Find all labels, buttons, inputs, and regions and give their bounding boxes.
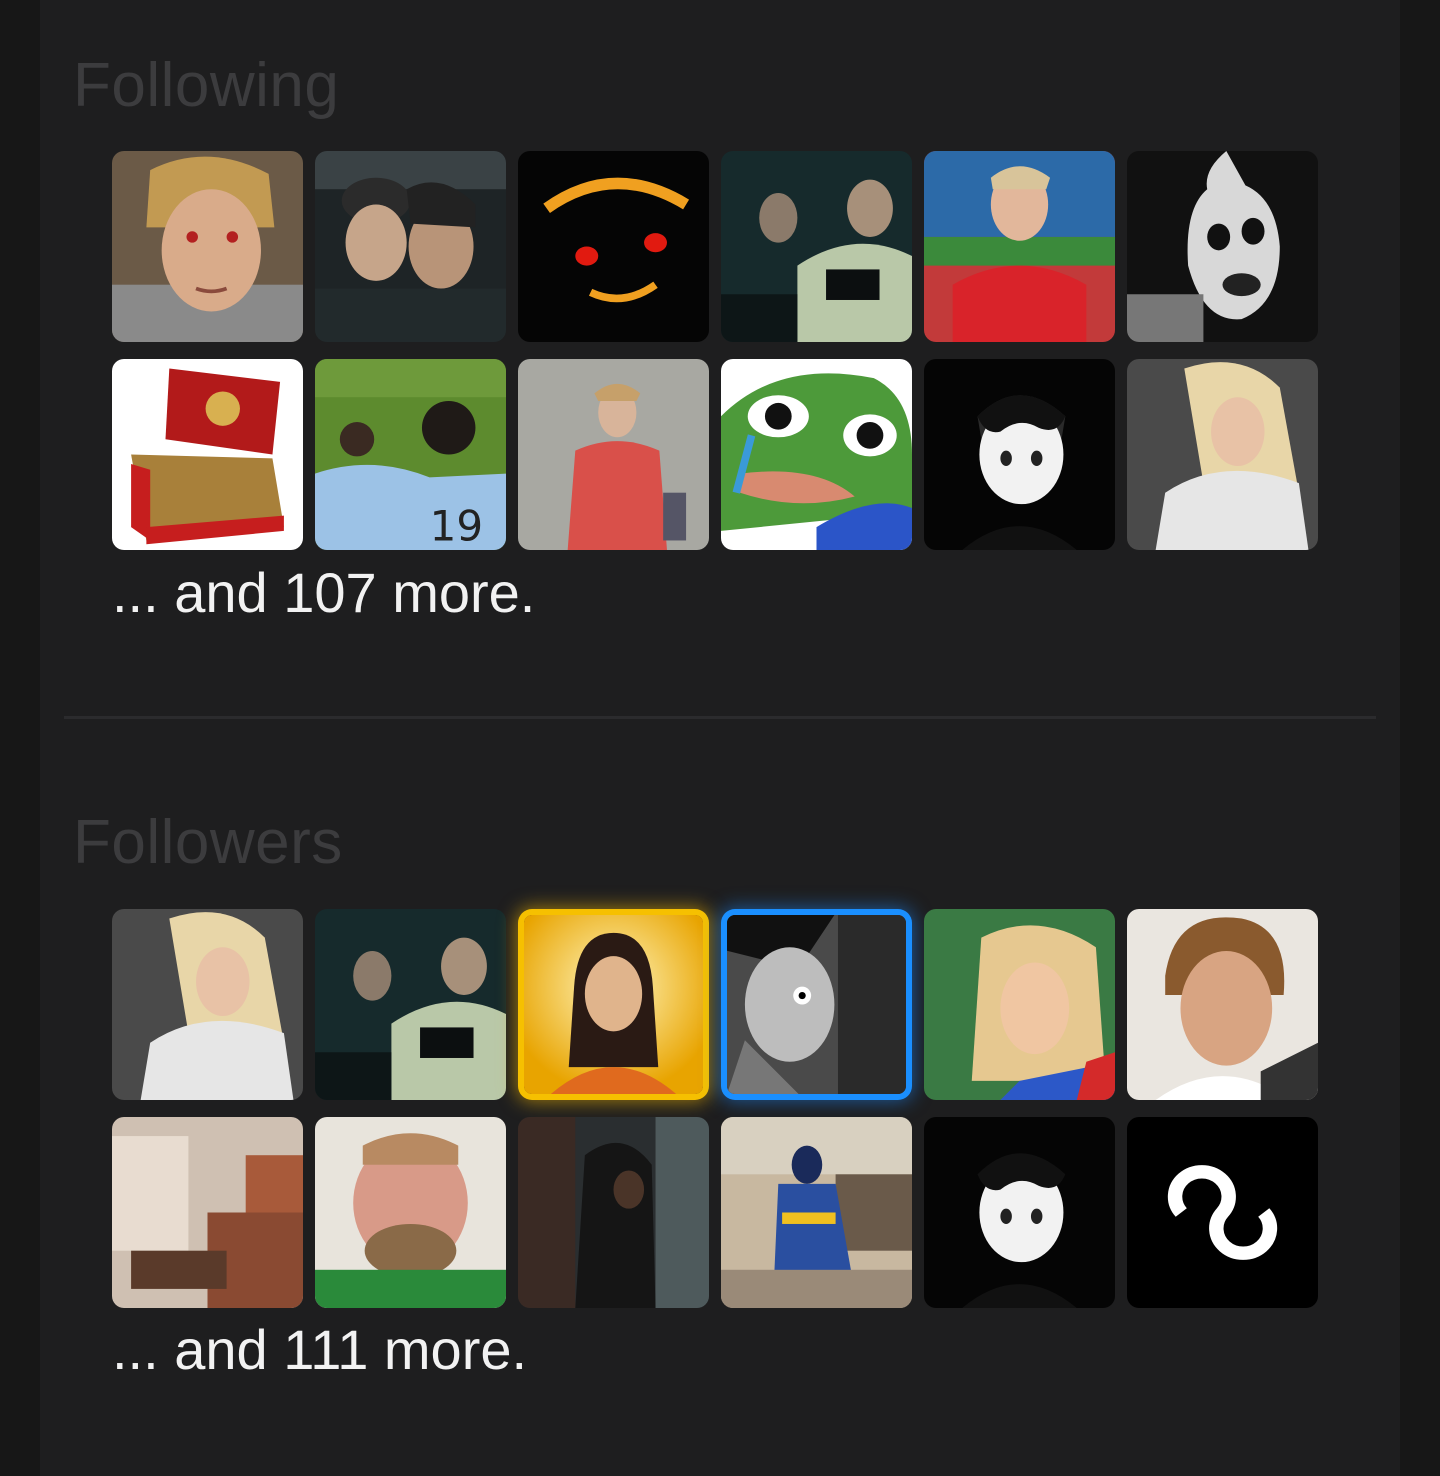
avatar-monk-golden-halo[interactable] [524, 915, 703, 1094]
avatar-man-covering-mouth[interactable] [315, 1117, 506, 1308]
avatar-monochrome-boy[interactable] [924, 1117, 1115, 1308]
avatar-hooded-figure[interactable] [518, 1117, 709, 1308]
avatar-infinity-logo[interactable] [1127, 1117, 1318, 1308]
following-more-text[interactable]: ... and 107 more. [112, 565, 535, 621]
avatar-blond-man-red-eyes[interactable] [112, 151, 303, 342]
avatar-two-friends-beanie[interactable] [315, 151, 506, 342]
avatar-woman-leaves[interactable] [924, 909, 1115, 1100]
avatar-horror-clown[interactable] [1127, 151, 1318, 342]
avatar-car-driver-jacket[interactable] [315, 909, 506, 1100]
avatar-man-brown-hair[interactable] [1127, 909, 1318, 1100]
avatar-man-orange-jumpsuit[interactable] [518, 359, 709, 550]
avatar-blonde-woman[interactable] [1127, 359, 1318, 550]
avatar-racing-driver[interactable] [721, 1117, 912, 1308]
avatar-football-players-celebrating[interactable]: 19 [315, 359, 506, 550]
svg-text:19: 19 [430, 501, 483, 550]
following-grid: 19 [112, 151, 1318, 550]
following-title: Following [73, 51, 340, 120]
avatar-crying-frog-meme[interactable] [721, 359, 912, 550]
avatar-blurred-room[interactable] [112, 1117, 303, 1308]
avatar-dark-grinning-face[interactable] [518, 151, 709, 342]
followers-title: Followers [73, 808, 343, 877]
avatar-cigar-box[interactable] [112, 359, 303, 550]
followers-grid [112, 909, 1318, 1308]
avatar-footballer-red-shirt[interactable] [924, 151, 1115, 342]
avatar-monochrome-boy[interactable] [924, 359, 1115, 550]
avatar-manga-character[interactable] [727, 915, 906, 1094]
section-divider [64, 716, 1376, 719]
avatar-car-driver-jacket[interactable] [721, 151, 912, 342]
avatar-blonde-woman[interactable] [112, 909, 303, 1100]
followers-more-text[interactable]: ... and 111 more. [112, 1322, 527, 1378]
